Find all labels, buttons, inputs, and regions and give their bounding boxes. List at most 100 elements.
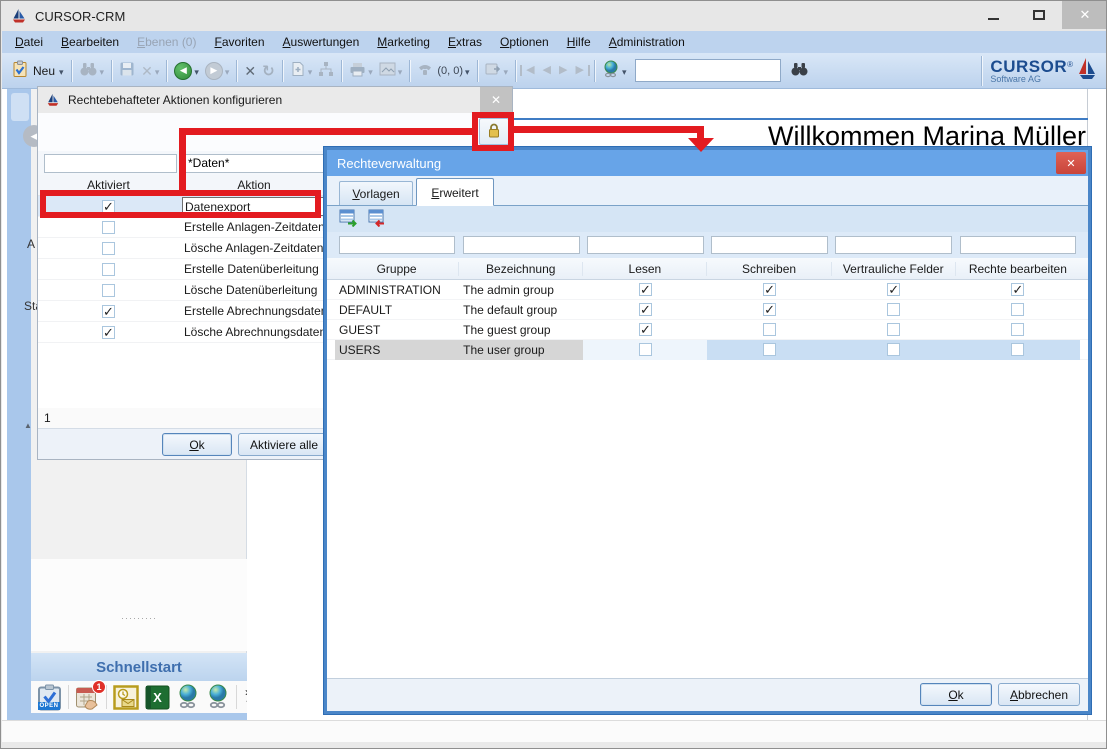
checkbox-lesen[interactable]: ✓ [639, 283, 652, 296]
sidebar-bottom-strip [31, 713, 247, 720]
checkbox[interactable] [102, 221, 115, 234]
column-header-vertrauliche-felder[interactable]: Vertrauliche Felder [832, 262, 956, 276]
outlook-icon[interactable] [113, 685, 139, 710]
slide-button[interactable] [376, 57, 406, 85]
forward-button[interactable] [202, 57, 233, 85]
nav-first-icon[interactable]: ◀ [520, 65, 538, 76]
checkbox-vertrauliche-felder[interactable] [887, 323, 900, 336]
table-row-guest[interactable]: GUEST The guest group ✓ [327, 320, 1088, 340]
checkbox[interactable] [102, 263, 115, 276]
tab-vorlagen[interactable]: Vorlagen [339, 181, 413, 205]
column-header-gruppe[interactable]: Gruppe [335, 262, 459, 276]
remove-rights-icon[interactable] [368, 209, 387, 230]
menu-marketing[interactable]: Marketing [368, 31, 439, 53]
dialog-titlebar[interactable]: Rechtebehafteter Aktionen konfigurieren [38, 87, 512, 113]
filter-rechte-bearbeiten-input[interactable] [960, 236, 1077, 254]
checkbox-schreiben[interactable] [763, 343, 776, 356]
filter-aktiviert-input[interactable] [44, 154, 177, 173]
filter-bezeichnung-input[interactable] [463, 236, 580, 254]
collapse-up-icon[interactable] [24, 421, 32, 430]
filter-schreiben-input[interactable] [711, 236, 828, 254]
close-icon[interactable] [1056, 152, 1086, 174]
splitter-handle[interactable] [31, 613, 247, 623]
checkbox-lesen[interactable] [639, 343, 652, 356]
menu-administration[interactable]: Administration [600, 31, 694, 53]
web-shortcut-icon-2[interactable] [206, 684, 230, 710]
search-binoculars-button[interactable] [76, 57, 108, 85]
dialog-button-bar: Ok Abbrechen [327, 678, 1088, 711]
refresh-button[interactable] [259, 57, 278, 85]
dialog-titlebar[interactable]: Rechteverwaltung [327, 150, 1088, 176]
nav-last-icon[interactable]: ▶ [571, 65, 589, 76]
new-button[interactable]: Neu [8, 57, 67, 85]
minimize-icon[interactable] [970, 1, 1016, 29]
menu-extras[interactable]: Extras [439, 31, 491, 53]
assign-rights-icon[interactable] [339, 209, 358, 230]
row-label: Erstelle Datenüberleitung [184, 262, 319, 276]
checkbox-schreiben[interactable]: ✓ [763, 283, 776, 296]
menu-bearbeiten[interactable]: Bearbeiten [52, 31, 128, 53]
tab-erweitert[interactable]: Erweitert [416, 178, 494, 206]
checkbox[interactable] [102, 284, 115, 297]
ok-button[interactable]: Ok [920, 683, 992, 706]
menu-datei[interactable]: Datei [6, 31, 52, 53]
column-header-lesen[interactable]: Lesen [583, 262, 707, 276]
checkbox-rechte-bearbeiten[interactable] [1011, 323, 1024, 336]
menu-hilfe[interactable]: Hilfe [558, 31, 600, 53]
tab-bar: Vorlagen Erweitert [327, 176, 1088, 206]
table-row-users-selected[interactable]: USERS The user group [327, 340, 1088, 360]
hierarchy-button[interactable] [315, 57, 337, 85]
menu-optionen[interactable]: Optionen [491, 31, 558, 53]
table-row-administration[interactable]: ADMINISTRATION The admin group ✓ ✓ ✓ ✓ [327, 280, 1088, 300]
checkbox-vertrauliche-felder[interactable] [887, 303, 900, 316]
ok-button[interactable]: Ok [162, 433, 232, 456]
checkbox-rechte-bearbeiten[interactable] [1011, 303, 1024, 316]
checkbox-lesen[interactable]: ✓ [639, 323, 652, 336]
checkbox[interactable] [102, 242, 115, 255]
column-header-bezeichnung[interactable]: Bezeichnung [459, 262, 583, 276]
phone-button[interactable]: (0, 0) [414, 57, 472, 85]
print-button[interactable] [346, 57, 376, 85]
table-row-default[interactable]: DEFAULT The default group ✓ ✓ [327, 300, 1088, 320]
web-link-button[interactable] [599, 57, 630, 85]
nav-strip-button[interactable] [11, 93, 29, 121]
icon-separator [68, 685, 69, 709]
web-shortcut-icon[interactable] [176, 684, 200, 710]
delete-button[interactable]: ✕ [241, 57, 259, 85]
checkbox-vertrauliche-felder[interactable]: ✓ [887, 283, 900, 296]
filter-aktion-input[interactable] [183, 154, 330, 173]
close-icon[interactable] [1062, 1, 1107, 29]
nav-next-icon[interactable]: ▶ [555, 65, 571, 76]
checkbox-rechte-bearbeiten[interactable] [1011, 343, 1024, 356]
close-icon[interactable] [480, 87, 512, 113]
toolbar-search-input[interactable] [635, 59, 781, 82]
filter-lesen-input[interactable] [587, 236, 704, 254]
open-tasks-icon[interactable]: OPEN [37, 684, 62, 711]
checkbox-schreiben[interactable] [763, 323, 776, 336]
menu-favoriten[interactable]: Favoriten [205, 31, 273, 53]
filter-vertrauliche-felder-input[interactable] [835, 236, 952, 254]
column-header-rechte-bearbeiten[interactable]: Rechte bearbeiten [956, 262, 1080, 276]
filter-gruppe-input[interactable] [339, 236, 456, 254]
menu-auswertungen[interactable]: Auswertungen [274, 31, 369, 53]
discard-button[interactable]: ✕ [138, 57, 162, 85]
toolbar-separator [166, 60, 167, 82]
forward-mail-button[interactable] [482, 57, 512, 85]
maximize-icon[interactable] [1016, 1, 1062, 29]
checkbox[interactable]: ✓ [102, 305, 115, 318]
back-button[interactable] [171, 57, 202, 85]
cancel-button[interactable]: Abbrechen [998, 683, 1080, 706]
find-button[interactable] [787, 57, 812, 85]
checkbox-rechte-bearbeiten[interactable]: ✓ [1011, 283, 1024, 296]
save-button[interactable] [116, 57, 138, 85]
calendar-reminder-icon[interactable]: 1 [75, 685, 100, 710]
checkbox-schreiben[interactable]: ✓ [763, 303, 776, 316]
checkbox[interactable]: ✓ [102, 326, 115, 339]
nav-previous-icon[interactable]: ◀ [539, 65, 555, 76]
checkbox-vertrauliche-felder[interactable] [887, 343, 900, 356]
column-header-schreiben[interactable]: Schreiben [707, 262, 831, 276]
checkbox-lesen[interactable]: ✓ [639, 303, 652, 316]
excel-icon[interactable]: X [145, 685, 170, 710]
new-document-button[interactable] [287, 57, 316, 85]
activate-all-button[interactable]: Aktiviere alle [238, 433, 330, 456]
